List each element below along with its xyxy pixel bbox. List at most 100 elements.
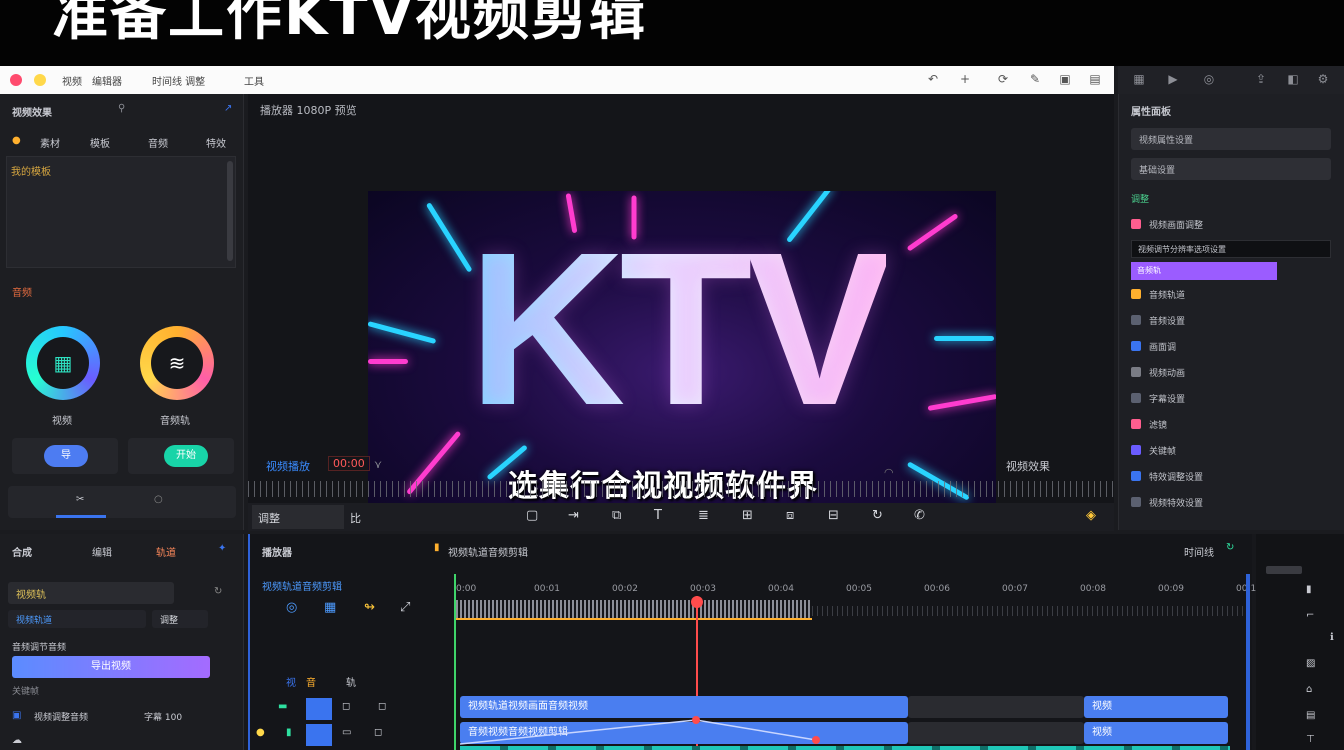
- property-row-selected[interactable]: 音频轨: [1131, 262, 1277, 280]
- preview-scrubber[interactable]: [248, 481, 1114, 497]
- refresh-icon[interactable]: ↻: [214, 586, 222, 597]
- filter-icon[interactable]: ⚲: [118, 103, 125, 114]
- crop-icon[interactable]: ▢: [526, 508, 538, 523]
- play-icon[interactable]: ▶: [1166, 72, 1180, 86]
- audio-ring-button[interactable]: ≋: [140, 326, 214, 400]
- video-ring-button[interactable]: ▦: [26, 326, 100, 400]
- bl-tab-2[interactable]: 轨道: [156, 544, 176, 559]
- target-icon[interactable]: ◎: [286, 600, 297, 615]
- transition-icon[interactable]: ⊟: [828, 508, 839, 523]
- text-icon[interactable]: T: [654, 508, 662, 523]
- scrollbar[interactable]: [227, 161, 233, 261]
- track-toggle[interactable]: [306, 724, 332, 746]
- layout-icon[interactable]: ▤: [1088, 72, 1102, 86]
- record-icon[interactable]: ◎: [1202, 72, 1216, 86]
- bl-tab-1[interactable]: 编辑: [92, 544, 112, 559]
- tab-template[interactable]: 模板: [90, 135, 110, 150]
- crop-icon[interactable]: ⌐: [1306, 610, 1314, 621]
- timecode[interactable]: 00:00: [328, 456, 370, 471]
- sync-icon[interactable]: ↻: [1226, 542, 1234, 553]
- bl-tab-0[interactable]: 合成: [12, 544, 32, 559]
- time-ruler[interactable]: 0:00 00:01 00:02 00:03 00:04 00:05 00:06 00:07 0…: [456, 584, 1262, 598]
- close-dot[interactable]: [10, 74, 22, 86]
- keyframe-curve[interactable]: [460, 714, 840, 750]
- tab-effects[interactable]: 特效: [206, 135, 226, 150]
- track-select[interactable]: 视频轨: [8, 582, 174, 604]
- loop-icon[interactable]: ◠: [884, 466, 894, 479]
- tab-audio[interactable]: 音频: [148, 135, 168, 150]
- video-clip-c[interactable]: 视频: [1084, 696, 1228, 718]
- menu-item-3[interactable]: 工具: [244, 73, 264, 88]
- save-icon[interactable]: ▣: [1058, 72, 1072, 86]
- start-button[interactable]: 开始: [164, 445, 208, 467]
- property-row[interactable]: 视频特效设置: [1131, 492, 1331, 512]
- mute-icon[interactable]: ◻: [342, 701, 350, 712]
- cloud-icon[interactable]: ☁: [12, 735, 22, 746]
- property-row[interactable]: 滤镜: [1131, 414, 1331, 434]
- export-icon[interactable]: ⇪: [1254, 72, 1268, 86]
- property-row[interactable]: 画面调: [1131, 336, 1331, 356]
- clip-icon[interactable]: ▮: [286, 727, 292, 738]
- minimize-dot[interactable]: [34, 74, 46, 86]
- adjust-field[interactable]: 调整: [152, 610, 208, 628]
- menu-item-1[interactable]: 编辑器: [92, 73, 122, 88]
- video-clip-d[interactable]: 视频: [1084, 722, 1228, 744]
- magnet-icon[interactable]: ↬: [364, 600, 375, 615]
- settings-icon[interactable]: ⚙: [1316, 72, 1330, 86]
- dot-icon[interactable]: ●: [256, 727, 265, 738]
- audio-waveform[interactable]: [456, 600, 812, 620]
- layers-icon[interactable]: ▣: [12, 710, 21, 721]
- mute-icon[interactable]: ▭: [342, 727, 351, 738]
- property-row[interactable]: 音频轨道: [1131, 284, 1331, 304]
- eye-icon[interactable]: ◻: [378, 701, 386, 712]
- frame-icon[interactable]: ⋎: [374, 458, 382, 471]
- pointer-icon[interactable]: ✦: [218, 543, 226, 554]
- link-icon[interactable]: ⤢: [400, 600, 410, 615]
- preview-effects-label[interactable]: 视频效果: [1006, 458, 1050, 474]
- cursor-icon[interactable]: ↗: [224, 103, 232, 114]
- property-row[interactable]: 视频画面调整: [1131, 214, 1331, 234]
- panel-icon[interactable]: ◧: [1286, 72, 1300, 86]
- menu-item-2[interactable]: 时间线 调整: [152, 73, 205, 88]
- property-input-b[interactable]: 基础设置: [1131, 158, 1331, 180]
- lock-icon[interactable]: ◻: [374, 727, 382, 738]
- property-row[interactable]: 关键帧: [1131, 440, 1331, 460]
- playback-label[interactable]: 视频播放: [266, 458, 310, 474]
- phone-icon[interactable]: ✆: [914, 508, 925, 523]
- property-tag[interactable]: 调整: [1131, 188, 1331, 208]
- property-row[interactable]: 字幕设置: [1131, 388, 1331, 408]
- track-toggle[interactable]: [306, 698, 332, 720]
- property-row[interactable]: 音频设置: [1131, 310, 1331, 330]
- property-row[interactable]: 特效调整设置: [1131, 466, 1331, 486]
- media-bin[interactable]: 我的模板: [6, 156, 236, 268]
- filter-fx-icon[interactable]: ≣: [698, 508, 709, 523]
- sticker-icon[interactable]: ▤: [1306, 710, 1315, 721]
- ratio-label[interactable]: 比: [350, 510, 361, 526]
- bell-icon[interactable]: ⌂: [1306, 684, 1312, 695]
- copy-icon[interactable]: ⧉: [612, 508, 621, 523]
- pen-icon[interactable]: ✎: [1028, 72, 1042, 86]
- scissor-icon[interactable]: ✂: [76, 494, 84, 505]
- image-icon[interactable]: ▨: [1306, 658, 1315, 669]
- menu-item-0[interactable]: 视频: [62, 73, 82, 88]
- property-dropdown[interactable]: 视频调节分辨率选项设置: [1131, 240, 1331, 258]
- plus-icon[interactable]: +: [958, 72, 972, 86]
- grid-icon[interactable]: ▦: [1132, 72, 1146, 86]
- refresh-icon[interactable]: ⟳: [996, 72, 1010, 86]
- search-icon[interactable]: ○: [154, 494, 163, 505]
- property-row[interactable]: 视频动画: [1131, 362, 1331, 382]
- rotate-icon[interactable]: ↻: [872, 508, 883, 523]
- keyframe-diamond-icon[interactable]: ◈: [1086, 508, 1096, 523]
- folder-icon[interactable]: ▮: [1306, 584, 1312, 595]
- tab-media[interactable]: 素材: [40, 135, 60, 150]
- text-icon[interactable]: ⊤: [1306, 734, 1315, 745]
- undo-icon[interactable]: ↶: [926, 72, 940, 86]
- sticker-icon[interactable]: ⧈: [786, 508, 794, 523]
- grid-icon[interactable]: ▦: [324, 600, 336, 615]
- export-button[interactable]: 导出视频: [12, 656, 210, 678]
- split-icon[interactable]: ⇥: [568, 508, 579, 523]
- effect-icon[interactable]: ⊞: [742, 508, 753, 523]
- property-input-a[interactable]: 视频属性设置: [1131, 128, 1331, 150]
- timeline-scrollbar[interactable]: [1246, 574, 1250, 750]
- lock-icon[interactable]: ▬: [278, 701, 287, 712]
